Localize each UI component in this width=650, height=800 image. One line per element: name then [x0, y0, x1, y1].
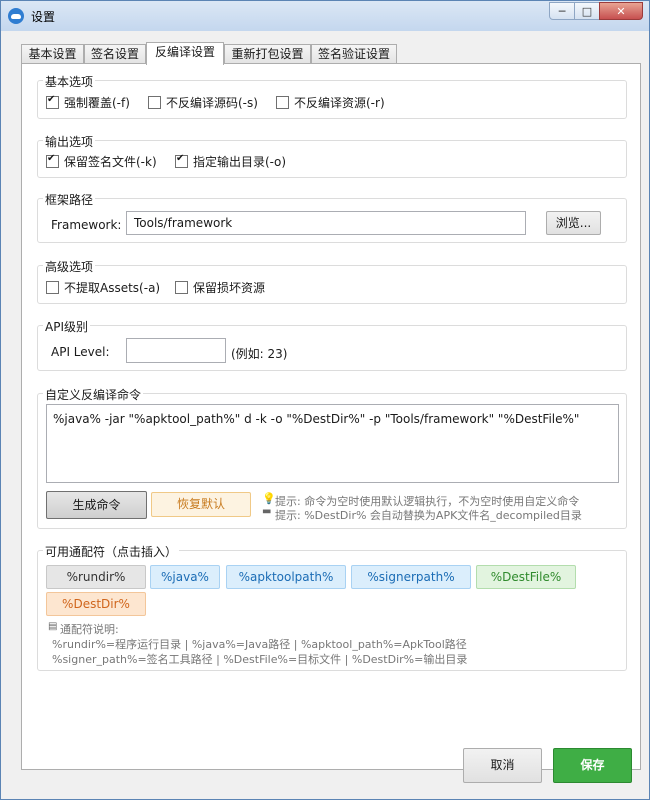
- api-level-input[interactable]: [126, 338, 226, 363]
- checkbox-box: [148, 96, 161, 109]
- force-overwrite-checkbox[interactable]: 强制覆盖(-f): [46, 94, 130, 111]
- checkbox-box: [276, 96, 289, 109]
- output-options-title: 输出选项: [43, 133, 96, 150]
- save-button[interactable]: 保存: [553, 748, 632, 783]
- wildcard-desc-line1: %rundir%=程序运行目录 | %java%=Java路径 | %apkto…: [52, 638, 467, 651]
- maximize-button[interactable]: □: [574, 2, 600, 20]
- wildcard-chip-destdir[interactable]: %DestDir%: [46, 592, 146, 616]
- tab-repackage[interactable]: 重新打包设置: [224, 44, 311, 63]
- folder-icon: ▬: [262, 506, 272, 517]
- wildcard-chip-signerpath[interactable]: %signerpath%: [351, 565, 471, 589]
- framework-title: 框架路径: [43, 191, 96, 208]
- api-level-title: API级别: [43, 318, 90, 335]
- settings-window: 设置 ─ □ ✕ 基本设置 签名设置 反编译设置 重新打包设置 签名验证设置 基…: [0, 0, 650, 800]
- framework-path-input[interactable]: Tools/framework: [126, 211, 526, 235]
- framework-label: Framework:: [51, 218, 122, 232]
- advanced-options-title: 高级选项: [43, 258, 96, 275]
- client-area: 基本设置 签名设置 反编译设置 重新打包设置 签名验证设置 基本选项 强制覆盖(…: [7, 31, 643, 793]
- close-button[interactable]: ✕: [599, 2, 643, 20]
- browse-button[interactable]: 浏览...: [546, 211, 601, 235]
- wildcard-desc-line2: %signer_path%=签名工具路径 | %DestFile%=目标文件 |…: [52, 653, 468, 666]
- tab-signature-verify[interactable]: 签名验证设置: [311, 44, 397, 63]
- wildcard-chip-apktoolpath[interactable]: %apktoolpath%: [226, 565, 346, 589]
- checkbox-box: [175, 281, 188, 294]
- window-title: 设置: [31, 10, 56, 24]
- api-level-example: (例如: 23): [231, 347, 288, 361]
- decompile-settings-panel: 基本选项 强制覆盖(-f) 不反编译源码(-s) 不反编译资源(-r) 输出选项…: [21, 63, 641, 770]
- command-hint-2: 提示: %DestDir% 会自动替换为APK文件名_decompiled目录: [275, 509, 582, 522]
- no-decompile-resources-checkbox[interactable]: 不反编译资源(-r): [276, 94, 385, 111]
- wildcard-chip-java[interactable]: %java%: [150, 565, 220, 589]
- api-level-label: API Level:: [51, 345, 110, 359]
- keep-signature-checkbox[interactable]: 保留签名文件(-k): [46, 153, 157, 170]
- tab-decompile[interactable]: 反编译设置: [146, 42, 224, 65]
- generate-command-button[interactable]: 生成命令: [46, 491, 147, 519]
- no-decompile-source-checkbox[interactable]: 不反编译源码(-s): [148, 94, 258, 111]
- checkbox-box: [46, 153, 59, 168]
- notebook-icon: ▤: [48, 621, 58, 632]
- custom-command-title: 自定义反编译命令: [43, 386, 144, 403]
- custom-command-textarea[interactable]: %java% -jar "%apktool_path%" d -k -o "%D…: [46, 404, 619, 483]
- restore-default-button[interactable]: 恢复默认: [151, 492, 251, 517]
- basic-options-title: 基本选项: [43, 73, 96, 90]
- wildcard-chip-destfile[interactable]: %DestFile%: [476, 565, 576, 589]
- tab-basic[interactable]: 基本设置: [21, 44, 84, 63]
- bulb-icon: 💡: [262, 492, 276, 505]
- app-cloud-icon: [8, 8, 24, 24]
- checkbox-box: [46, 281, 59, 294]
- checkbox-box: [175, 153, 188, 168]
- specify-output-dir-checkbox[interactable]: 指定输出目录(-o): [175, 153, 286, 170]
- title-bar[interactable]: 设置 ─ □ ✕: [1, 1, 649, 31]
- wildcards-title: 可用通配符（点击插入）: [43, 543, 180, 560]
- no-extract-assets-checkbox[interactable]: 不提取Assets(-a): [46, 279, 160, 296]
- minimize-button[interactable]: ─: [549, 2, 575, 20]
- wildcard-chip-rundir[interactable]: %rundir%: [46, 565, 146, 589]
- wildcard-desc-title: 通配符说明:: [60, 623, 119, 636]
- checkbox-box: [46, 94, 59, 109]
- tab-signing[interactable]: 签名设置: [84, 44, 146, 63]
- keep-broken-resources-checkbox[interactable]: 保留损坏资源: [175, 279, 265, 296]
- cancel-button[interactable]: 取消: [463, 748, 542, 783]
